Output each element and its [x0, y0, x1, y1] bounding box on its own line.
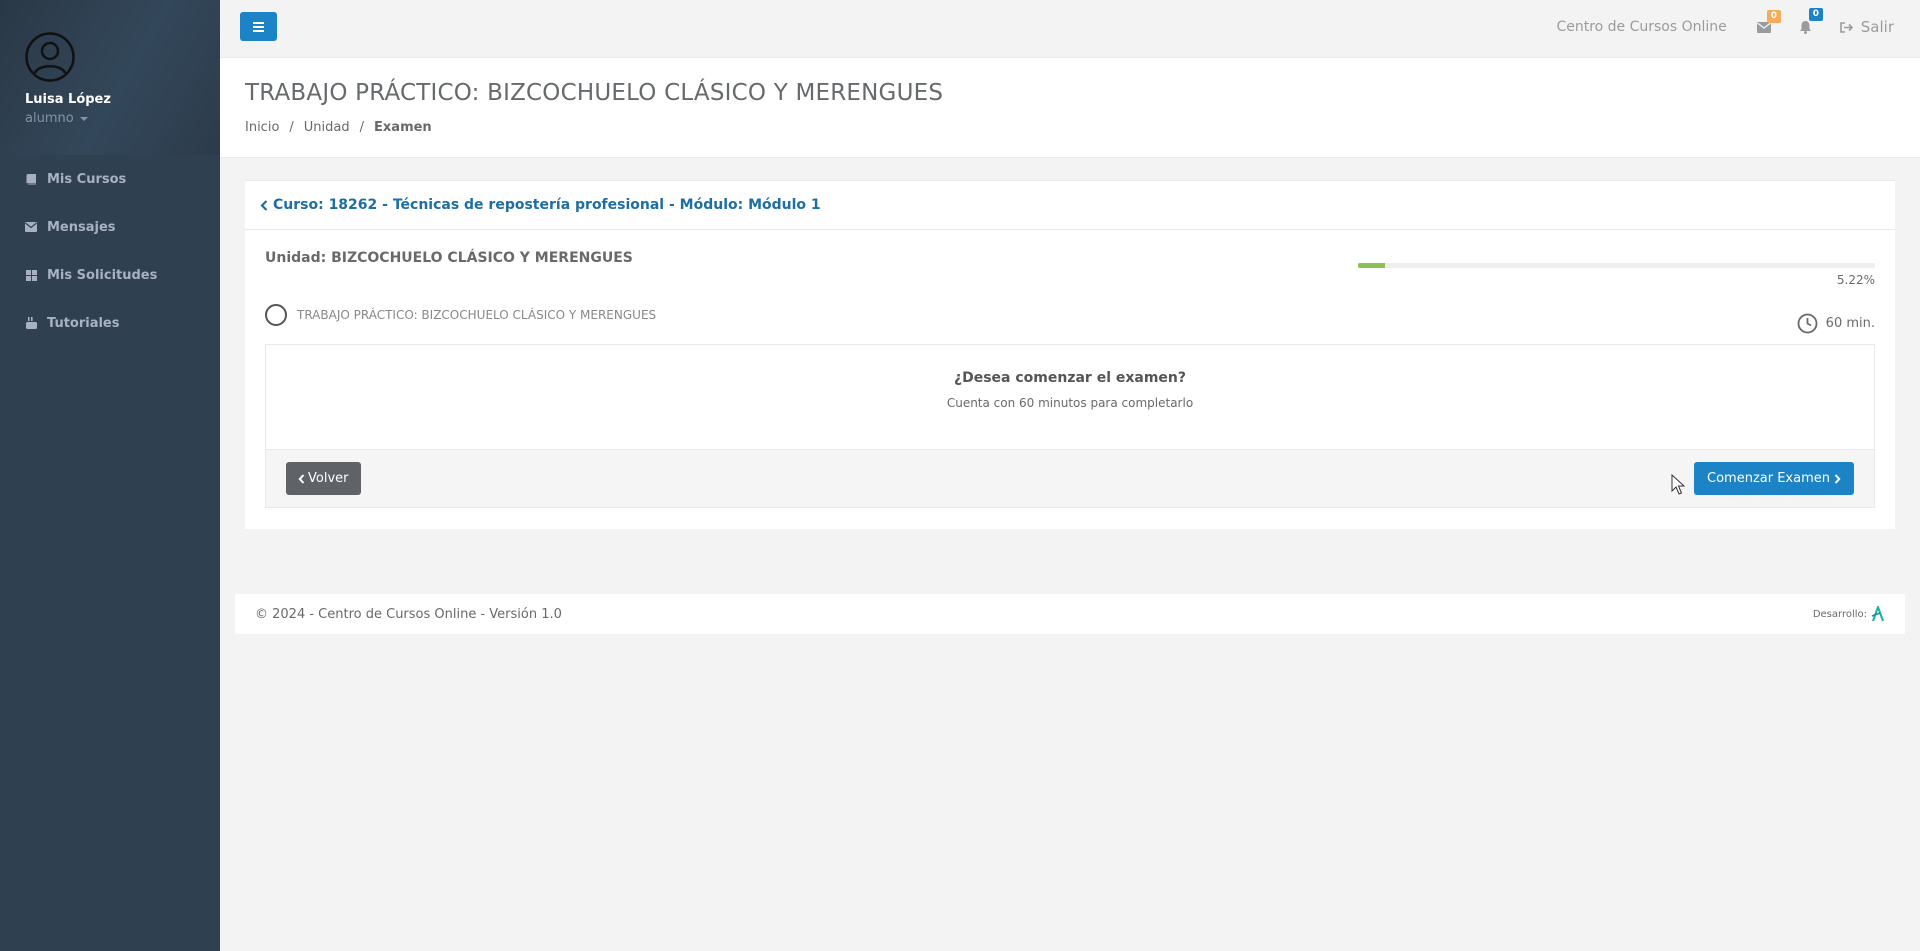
caret-down-icon	[79, 116, 88, 121]
chevron-left-icon	[260, 199, 268, 211]
sidebar-item-mis-cursos[interactable]: Mis Cursos	[0, 155, 220, 203]
breadcrumb-item-unidad[interactable]: Unidad	[304, 120, 350, 135]
top-right-nav: Centro de Cursos Online 0 0 Salir	[1556, 0, 1894, 54]
mouse-cursor-icon	[1671, 474, 1685, 495]
course-back-link[interactable]: Curso: 18262 - Técnicas de repostería pr…	[245, 181, 1895, 230]
chevron-left-icon	[298, 473, 305, 484]
logout-label: Salir	[1860, 18, 1894, 36]
profile-panel: Luisa López alumno	[0, 0, 220, 155]
sidebar-item-mensajes[interactable]: Mensajes	[0, 203, 220, 251]
exam-name: TRABAJO PRÁCTICO: BIZCOCHUELO CLÁSICO Y …	[297, 308, 657, 322]
top-navbar: Centro de Cursos Online 0 0 Salir	[220, 0, 1920, 58]
progress-fill	[1358, 263, 1385, 268]
unit-title: Unidad: BIZCOCHUELO CLÁSICO Y MERENGUES	[265, 250, 633, 266]
exam-confirm-box: ¿Desea comenzar el examen? Cuenta con 60…	[265, 344, 1875, 508]
user-name: Luisa López	[25, 92, 111, 107]
site-name: Centro de Cursos Online	[1556, 19, 1727, 35]
sidebar-item-label: Mis Solicitudes	[47, 267, 158, 283]
user-avatar-icon[interactable]	[25, 32, 75, 82]
progress-track	[1358, 263, 1875, 268]
developer-label: Desarrollo:	[1812, 608, 1867, 620]
status-circle-icon	[265, 304, 287, 326]
user-role-label: alumno	[25, 111, 74, 126]
notifications-count-badge: 0	[1808, 8, 1824, 21]
course-header-label: Curso: 18262 - Técnicas de repostería pr…	[273, 197, 821, 213]
exam-item: TRABAJO PRÁCTICO: BIZCOCHUELO CLÁSICO Y …	[265, 304, 656, 326]
developer-logo-icon[interactable]	[1871, 606, 1885, 622]
copyright-text: © 2024 - Centro de Cursos Online - Versi…	[255, 606, 562, 622]
book-icon	[25, 173, 37, 185]
messages-count-badge: 0	[1766, 9, 1782, 23]
back-button[interactable]: Volver	[286, 462, 361, 495]
exam-actions: Volver Comenzar Examen	[266, 449, 1874, 507]
duration-label: 60 min.	[1825, 316, 1875, 331]
clock-icon	[1797, 313, 1818, 334]
grid-icon	[25, 269, 37, 281]
sidebar-item-label: Tutoriales	[47, 315, 120, 331]
notifications-button[interactable]: 0	[1799, 8, 1824, 34]
developer-credit: Desarrollo:	[1813, 606, 1885, 622]
breadcrumb: Inicio / Unidad / Examen	[245, 120, 1895, 135]
hamburger-icon	[253, 21, 264, 32]
page-title: TRABAJO PRÁCTICO: BIZCOCHUELO CLÁSICO Y …	[245, 80, 944, 106]
sidebar-item-tutoriales[interactable]: Tutoriales	[0, 299, 220, 347]
sidebar-item-label: Mis Cursos	[47, 171, 127, 187]
envelope-icon	[25, 221, 37, 233]
breadcrumb-separator: /	[359, 120, 365, 135]
user-role-dropdown[interactable]: alumno	[25, 111, 195, 126]
sidebar: Luisa López alumno Mis Cursos Mensajes M…	[0, 0, 220, 951]
logout-button[interactable]: Salir	[1839, 18, 1894, 36]
sidebar-nav: Mis Cursos Mensajes Mis Solicitudes Tuto…	[0, 155, 220, 347]
breadcrumb-item-inicio[interactable]: Inicio	[245, 120, 279, 135]
page-heading: TRABAJO PRÁCTICO: BIZCOCHUELO CLÁSICO Y …	[220, 58, 1920, 158]
main-content: Centro de Cursos Online 0 0 Salir TRABAJ…	[220, 0, 1920, 951]
menu-toggle-button[interactable]	[240, 12, 277, 41]
breadcrumb-separator: /	[289, 120, 294, 135]
unit-progress: 5.22%	[1358, 263, 1875, 287]
sidebar-item-label: Mensajes	[47, 219, 116, 235]
bell-icon	[1799, 21, 1811, 34]
chevron-right-icon	[1834, 473, 1841, 484]
exam-duration: 60 min.	[1797, 313, 1875, 334]
start-exam-button[interactable]: Comenzar Examen	[1694, 462, 1854, 495]
back-button-label: Volver	[308, 471, 349, 486]
youtube-icon	[25, 317, 37, 329]
exam-question: ¿Desea comenzar el examen?	[953, 370, 1187, 386]
exam-subtext: Cuenta con 60 minutos para completarlo	[946, 396, 1194, 410]
breadcrumb-item-examen: Examen	[374, 120, 432, 135]
sidebar-item-mis-solicitudes[interactable]: Mis Solicitudes	[0, 251, 220, 299]
exam-card: Curso: 18262 - Técnicas de repostería pr…	[245, 180, 1895, 529]
envelope-icon	[1756, 21, 1771, 33]
sign-out-icon	[1839, 21, 1853, 33]
messages-button[interactable]: 0	[1756, 9, 1782, 33]
progress-label: 5.22%	[1836, 273, 1875, 287]
page-footer: © 2024 - Centro de Cursos Online - Versi…	[235, 594, 1905, 634]
start-exam-label: Comenzar Examen	[1707, 471, 1830, 486]
